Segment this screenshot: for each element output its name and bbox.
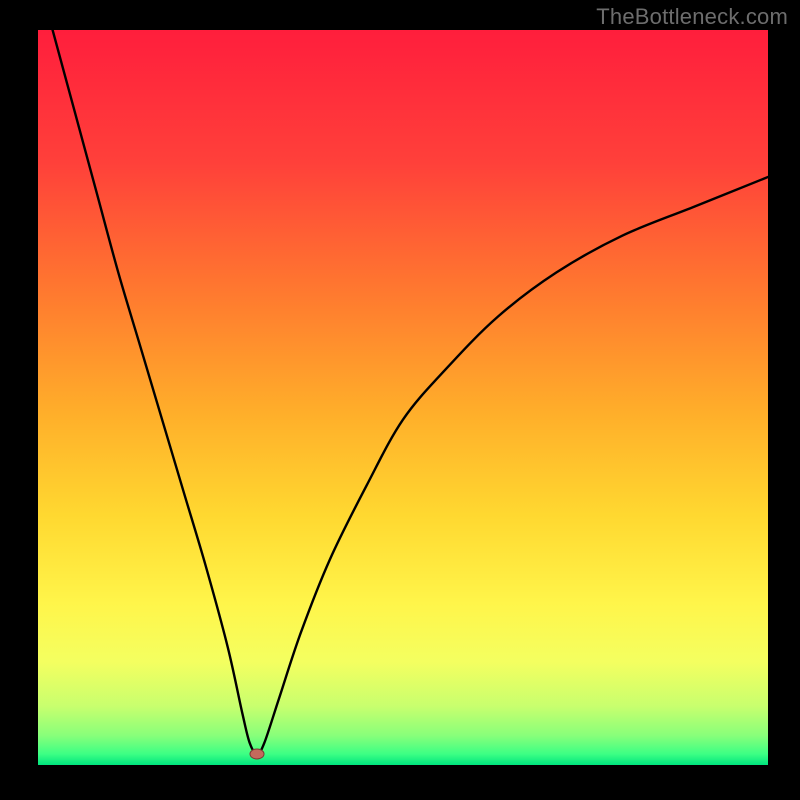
optimum-marker xyxy=(250,749,264,759)
plot-svg xyxy=(38,30,768,765)
plot-area xyxy=(38,30,768,765)
chart-canvas: TheBottleneck.com xyxy=(0,0,800,800)
gradient-background xyxy=(38,30,768,765)
watermark-text: TheBottleneck.com xyxy=(596,4,788,30)
